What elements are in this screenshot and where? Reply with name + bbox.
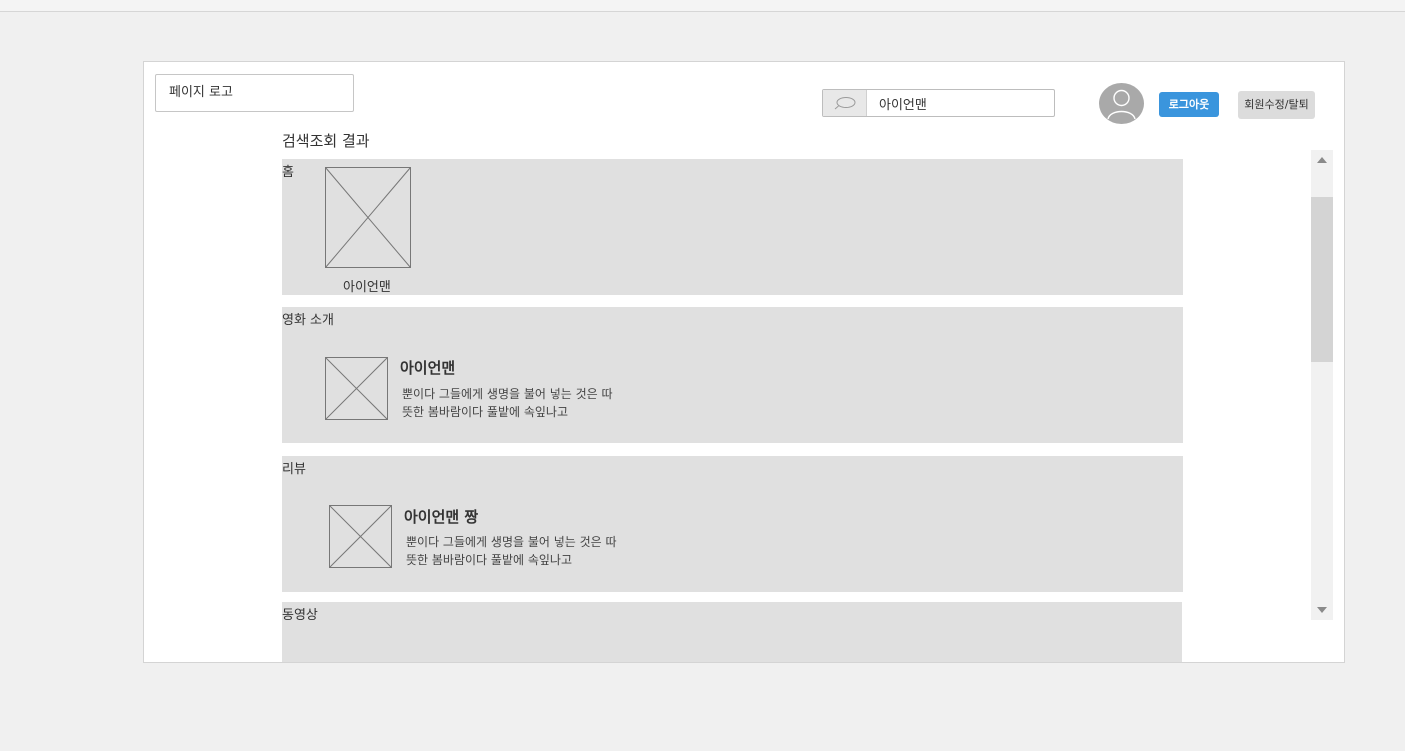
- image-placeholder-icon[interactable]: [325, 167, 411, 268]
- section-video: 동영상: [282, 602, 1182, 662]
- description-line: 뜻한 봄바람이다 풀밭에 속잎나고: [406, 553, 573, 567]
- image-placeholder-icon[interactable]: [325, 357, 388, 420]
- section-review: 리뷰 아이언맨 짱 뿐이다 그들에게 생명을 불어 넣는 것은 따 뜻한 봄바람…: [282, 456, 1183, 592]
- description-line: 뿐이다 그들에게 생명을 불어 넣는 것은 따: [406, 535, 617, 549]
- description-line: 뜻한 봄바람이다 풀밭에 속잎나고: [402, 405, 569, 419]
- page-title: 검색조회 결과: [282, 132, 370, 150]
- arrow-up-icon[interactable]: [1311, 150, 1333, 170]
- section-label-video: 동영상: [282, 608, 318, 623]
- section-home: 홈 아이언맨: [282, 159, 1183, 295]
- search-icon[interactable]: [823, 90, 867, 116]
- section-label-home: 홈: [282, 165, 294, 180]
- logout-button[interactable]: 로그아웃: [1159, 92, 1219, 117]
- scrollbar-thumb[interactable]: [1311, 197, 1333, 362]
- movie-card-title[interactable]: 아이언맨: [400, 357, 455, 378]
- review-card-description: 뿐이다 그들에게 생명을 불어 넣는 것은 따 뜻한 봄바람이다 풀밭에 속잎나…: [406, 533, 617, 569]
- browser-top-bar: [0, 0, 1405, 12]
- page-logo[interactable]: 페이지 로고: [155, 74, 354, 112]
- search-input[interactable]: 아이언맨: [867, 94, 927, 113]
- section-movie-intro: 영화 소개 아이언맨 뿐이다 그들에게 생명을 불어 넣는 것은 따 뜻한 봄바…: [282, 307, 1183, 443]
- page-logo-text: 페이지 로고: [169, 85, 233, 100]
- section-label-movie-intro: 영화 소개: [282, 313, 334, 328]
- search-bar[interactable]: 아이언맨: [822, 89, 1055, 117]
- arrow-down-icon[interactable]: [1311, 600, 1333, 620]
- member-edit-button[interactable]: 회원수정/탈퇴: [1238, 91, 1315, 119]
- description-line: 뿐이다 그들에게 생명을 불어 넣는 것은 따: [402, 387, 613, 401]
- page-frame: 페이지 로고 아이언맨 로그아웃 회원수정/탈퇴 검색조회 결과 홈 아이언맨: [143, 61, 1345, 663]
- user-avatar-icon[interactable]: [1099, 83, 1144, 124]
- image-placeholder-icon[interactable]: [329, 505, 392, 568]
- review-card-title[interactable]: 아이언맨 짱: [404, 506, 478, 527]
- movie-card-description: 뿐이다 그들에게 생명을 불어 넣는 것은 따 뜻한 봄바람이다 풀밭에 속잎나…: [402, 385, 613, 421]
- section-label-review: 리뷰: [282, 462, 306, 477]
- results-scrollbar[interactable]: [1311, 150, 1333, 620]
- thumbnail-caption[interactable]: 아이언맨: [343, 276, 391, 295]
